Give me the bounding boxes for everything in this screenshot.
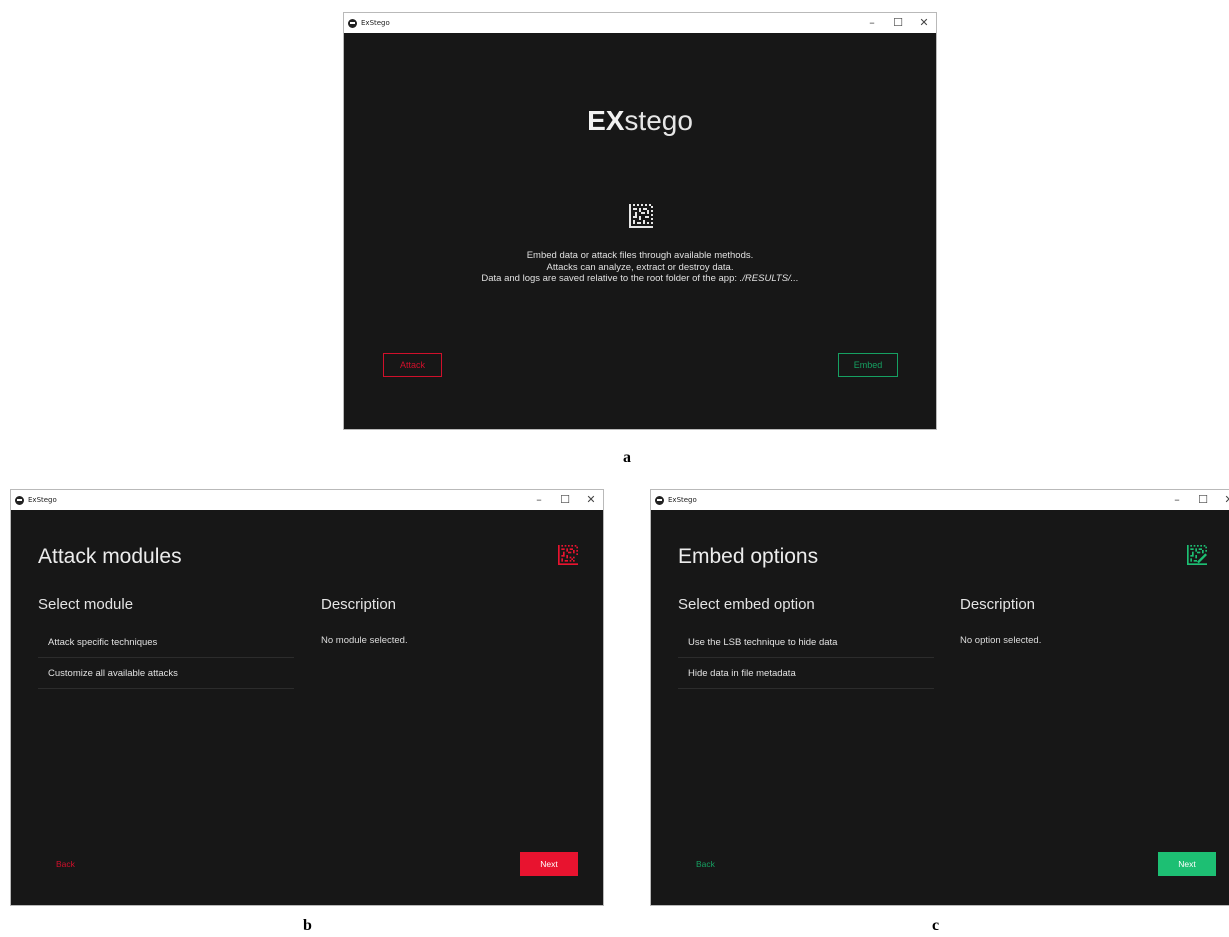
select-module-heading: Select module: [38, 596, 134, 613]
close-icon[interactable]: ✕: [585, 490, 597, 510]
app-logo-icon: [348, 18, 357, 28]
description-text: No option selected.: [960, 635, 1042, 646]
page-title: Embed options: [678, 545, 819, 568]
embed-option-list: Use the LSB technique to hide data Hide …: [678, 627, 934, 689]
app-logo-icon: [15, 495, 24, 505]
close-icon[interactable]: ✕: [918, 13, 930, 33]
attack-button[interactable]: Attack: [383, 353, 442, 377]
list-item-file-metadata[interactable]: Hide data in file metadata: [678, 658, 934, 689]
maximize-icon[interactable]: ☐: [1197, 490, 1209, 510]
app-logo-icon: [655, 495, 664, 505]
title-bar[interactable]: ExStego – ☐ ✕: [11, 490, 603, 510]
intro-line-1: Embed data or attack files through avail…: [526, 250, 754, 261]
list-item-attack-specific[interactable]: Attack specific techniques: [38, 627, 294, 658]
window-title: ExStego: [28, 496, 57, 504]
module-list: Attack specific techniques Customize all…: [38, 627, 294, 689]
list-item-lsb-technique[interactable]: Use the LSB technique to hide data: [678, 627, 934, 658]
results-path: ./RESULTS/...: [739, 273, 799, 284]
panel-label-b: b: [303, 917, 312, 934]
panel-label-c: c: [932, 917, 940, 934]
page-title: Attack modules: [38, 545, 182, 568]
brand-bold: EX: [587, 105, 625, 136]
app-brand-title: EXstego: [344, 105, 936, 137]
minimize-icon[interactable]: –: [866, 13, 878, 33]
minimize-icon[interactable]: –: [533, 490, 545, 510]
embed-datamatrix-icon: [1187, 545, 1207, 565]
next-button[interactable]: Next: [1158, 852, 1216, 876]
panel-label-a: a: [623, 449, 631, 466]
intro-line-3-text: Data and logs are saved relative to the …: [481, 273, 740, 284]
maximize-icon[interactable]: ☐: [892, 13, 904, 33]
embed-button[interactable]: Embed: [838, 353, 898, 377]
intro-line-2: Attacks can analyze, extract or destroy …: [546, 261, 734, 273]
description-text: No module selected.: [321, 635, 408, 646]
title-bar[interactable]: ExStego – ☐ ✕: [344, 13, 936, 33]
intro-line-3: Data and logs are saved relative to the …: [344, 273, 936, 285]
exstego-window-attack: ExStego – ☐ ✕ Attack modules Select modu…: [10, 489, 604, 906]
select-embed-heading: Select embed option: [678, 596, 815, 613]
intro-description: Embed data or attack files through avail…: [344, 250, 936, 285]
window-title: ExStego: [361, 19, 390, 27]
brand-rest: stego: [624, 105, 693, 136]
back-button[interactable]: Back: [56, 859, 75, 869]
list-item-customize-attacks[interactable]: Customize all available attacks: [38, 658, 294, 689]
datamatrix-icon: [629, 204, 653, 228]
description-heading: Description: [960, 596, 1036, 613]
maximize-icon[interactable]: ☐: [559, 490, 571, 510]
title-bar[interactable]: ExStego – ☐ ✕: [651, 490, 1229, 510]
minimize-icon[interactable]: –: [1171, 490, 1183, 510]
exstego-window-embed: ExStego – ☐ ✕ Embed options Select embed…: [650, 489, 1229, 906]
back-button[interactable]: Back: [696, 859, 715, 869]
window-title: ExStego: [668, 496, 697, 504]
description-heading: Description: [321, 596, 397, 613]
exstego-window-home: ExStego – ☐ ✕ EXstego Embed data or atta…: [343, 12, 937, 430]
close-icon[interactable]: ✕: [1223, 490, 1229, 510]
next-button[interactable]: Next: [520, 852, 578, 876]
attack-datamatrix-icon: [558, 545, 578, 565]
